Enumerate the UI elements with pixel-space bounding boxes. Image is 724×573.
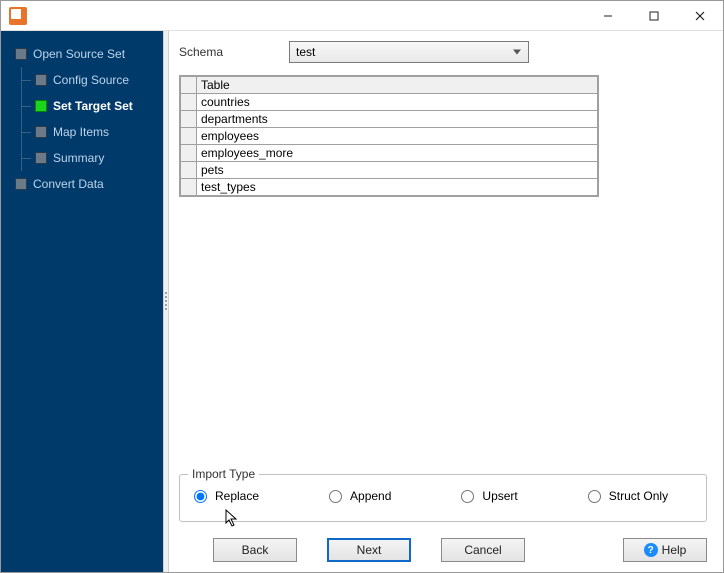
step-label: Set Target Set xyxy=(53,99,133,113)
radio-label: Append xyxy=(350,489,391,503)
step-label: Convert Data xyxy=(33,177,104,191)
step-status-icon xyxy=(35,126,47,138)
table-cell: employees_more xyxy=(197,145,598,162)
table-cell: pets xyxy=(197,162,598,179)
maximize-button[interactable] xyxy=(631,1,677,31)
minimize-button[interactable] xyxy=(585,1,631,31)
import-option-append[interactable]: Append xyxy=(329,489,391,503)
table-row[interactable]: test_types xyxy=(181,179,598,196)
step-status-icon xyxy=(15,48,27,60)
wizard-window: Open Source Set Config Source Set Target S… xyxy=(0,0,724,573)
next-button[interactable]: Next xyxy=(327,538,411,562)
table-cell: departments xyxy=(197,111,598,128)
radio-input[interactable] xyxy=(194,490,207,503)
row-header-cell xyxy=(181,145,197,162)
titlebar xyxy=(1,1,723,31)
table-row[interactable]: countries xyxy=(181,94,598,111)
radio-label: Struct Only xyxy=(609,489,668,503)
import-option-upsert[interactable]: Upsert xyxy=(461,489,517,503)
wizard-steps-sidebar: Open Source Set Config Source Set Target S… xyxy=(1,31,163,572)
step-label: Open Source Set xyxy=(33,47,125,61)
table-cell: countries xyxy=(197,94,598,111)
app-icon xyxy=(9,7,27,25)
row-header-cell xyxy=(181,128,197,145)
radio-label: Upsert xyxy=(482,489,517,503)
row-header-cell xyxy=(181,94,197,111)
table-row[interactable]: employees xyxy=(181,128,598,145)
wizard-step-config-source[interactable]: Config Source xyxy=(1,67,163,93)
step-label: Config Source xyxy=(53,73,129,87)
wizard-step-map-items[interactable]: Map Items xyxy=(1,119,163,145)
help-icon: ? xyxy=(644,543,658,557)
radio-input[interactable] xyxy=(461,490,474,503)
step-status-icon xyxy=(35,74,47,86)
row-header-cell xyxy=(181,179,197,196)
wizard-step-summary[interactable]: Summary xyxy=(1,145,163,171)
step-status-icon xyxy=(15,178,27,190)
wizard-step-convert-data[interactable]: Convert Data xyxy=(1,171,163,197)
table-row[interactable]: departments xyxy=(181,111,598,128)
radio-input[interactable] xyxy=(588,490,601,503)
grip-icon xyxy=(165,292,167,312)
step-label: Map Items xyxy=(53,125,109,139)
schema-label: Schema xyxy=(179,45,289,59)
import-option-replace[interactable]: Replace xyxy=(194,489,259,503)
wizard-step-open-source-set[interactable]: Open Source Set xyxy=(1,41,163,67)
table-header: Table xyxy=(197,77,598,94)
row-header-cell xyxy=(181,162,197,179)
table-cell: test_types xyxy=(197,179,598,196)
import-type-legend: Import Type xyxy=(188,467,259,481)
table-row[interactable]: employees_more xyxy=(181,145,598,162)
step-status-icon xyxy=(35,152,47,164)
step-label: Summary xyxy=(53,151,104,165)
row-header-cell xyxy=(181,111,197,128)
close-button[interactable] xyxy=(677,1,723,31)
cancel-button[interactable]: Cancel xyxy=(441,538,525,562)
radio-input[interactable] xyxy=(329,490,342,503)
schema-dropdown[interactable]: test xyxy=(289,41,529,63)
help-button[interactable]: ? Help xyxy=(623,538,707,562)
table-row[interactable]: pets xyxy=(181,162,598,179)
import-type-group: Import Type ReplaceAppendUpsertStruct On… xyxy=(179,474,707,522)
button-bar: Back Next Cancel ? Help xyxy=(169,530,723,572)
tables-grid[interactable]: Table countriesdepartmentsemployeesemplo… xyxy=(179,75,599,197)
main-panel: Schema test Table countriesdepartme xyxy=(169,31,723,572)
schema-value: test xyxy=(296,45,315,59)
wizard-step-set-target-set[interactable]: Set Target Set xyxy=(1,93,163,119)
back-button[interactable]: Back xyxy=(213,538,297,562)
step-status-icon xyxy=(35,100,47,112)
radio-label: Replace xyxy=(215,489,259,503)
table-cell: employees xyxy=(197,128,598,145)
import-option-struct-only[interactable]: Struct Only xyxy=(588,489,668,503)
